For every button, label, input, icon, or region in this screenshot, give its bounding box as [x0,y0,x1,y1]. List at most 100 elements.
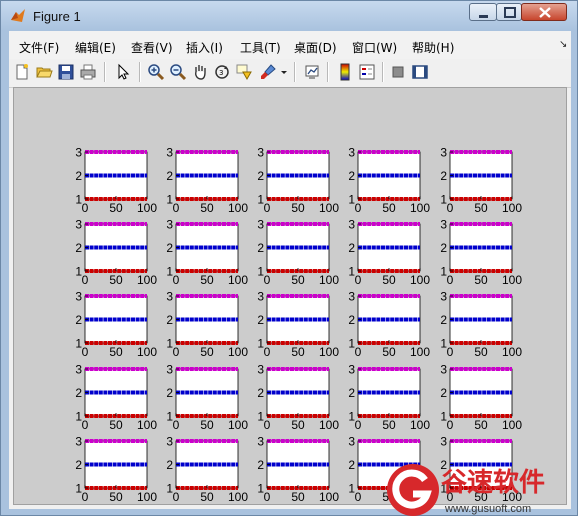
menu-help[interactable]: 帮助(H) [412,39,454,56]
x-tick-label: 100 [410,201,430,215]
toolbar-separator [139,62,141,82]
y-tick-label: 3 [348,146,355,160]
show-plot-tools-icon[interactable] [411,63,429,81]
x-tick-label: 0 [355,490,362,504]
x-tick-label: 50 [474,273,488,287]
close-button[interactable] [521,3,567,21]
x-tick-label: 50 [382,345,396,359]
y-tick-label: 2 [348,458,355,472]
chevron-down-icon[interactable] [279,63,289,81]
menu-window[interactable]: 窗口(W) [352,39,397,56]
x-tick-label: 100 [410,418,430,432]
x-tick-label: 50 [291,201,305,215]
x-tick-label: 0 [447,345,454,359]
x-tick-label: 50 [200,273,214,287]
menu-view[interactable]: 查看(V) [131,39,173,56]
legend-icon[interactable] [358,63,376,81]
colorbar-icon[interactable] [336,63,354,81]
subplot-axes: 123050100 [75,435,157,505]
menu-overflow-arrow[interactable]: ↘ [559,39,567,50]
svg-text:3: 3 [219,69,223,77]
link-plot-icon[interactable] [303,63,321,81]
y-tick-label: 2 [166,386,173,400]
menu-file[interactable]: 文件(F) [19,39,59,56]
y-tick-label: 3 [166,218,173,232]
x-tick-label: 100 [228,345,248,359]
subplot-axes: 123050100 [440,218,522,288]
toolbar-separator [382,62,384,82]
save-icon[interactable] [57,63,75,81]
minimize-button[interactable] [469,3,497,21]
y-tick-label: 3 [257,146,264,160]
x-tick-label: 50 [382,201,396,215]
maximize-button[interactable] [496,3,522,21]
x-tick-label: 0 [355,418,362,432]
menu-insert[interactable]: 插入(I) [186,39,223,56]
y-tick-label: 3 [75,218,82,232]
new-figure-icon[interactable] [13,63,31,81]
y-tick-label: 2 [166,241,173,255]
x-tick-label: 0 [264,490,271,504]
pan-hand-icon[interactable] [191,63,209,81]
y-tick-label: 3 [440,435,447,449]
x-tick-label: 0 [82,345,89,359]
y-tick-label: 2 [348,169,355,183]
y-tick-label: 3 [348,435,355,449]
x-tick-label: 0 [173,201,180,215]
x-tick-label: 0 [355,273,362,287]
y-tick-label: 3 [440,290,447,304]
x-tick-label: 50 [200,418,214,432]
subplot-axes: 123050100 [257,290,339,360]
y-tick-label: 2 [440,241,447,255]
x-tick-label: 50 [109,345,123,359]
x-tick-label: 50 [200,490,214,504]
x-tick-label: 50 [291,490,305,504]
menu-bar: 文件(F) 编辑(E) 查看(V) 插入(I) 工具(T) 桌面(D) 窗口(W… [9,31,571,59]
figure-canvas[interactable]: 1 2 3 0 50 100 1 2 3 0 50 100 1 2 3 0 50 100 1 2 3 0 50 100 1 2 3 0… [13,87,567,505]
toolbar-separator [294,62,296,82]
y-tick-label: 2 [440,313,447,327]
y-tick-label: 3 [257,218,264,232]
minimize-icon [479,15,488,18]
subplot-axes: 123050100 [348,363,430,433]
print-icon[interactable] [79,63,97,81]
y-tick-label: 2 [348,241,355,255]
hide-plot-tools-icon[interactable] [389,63,407,81]
y-tick-label: 3 [440,146,447,160]
x-tick-label: 0 [447,273,454,287]
maximize-icon [504,7,516,18]
subplot-axes: 123050100 [75,290,157,360]
pointer-icon[interactable] [114,63,132,81]
menu-desktop[interactable]: 桌面(D) [294,39,337,56]
toolbar-separator [327,62,329,82]
zoom-in-icon[interactable] [147,63,165,81]
x-tick-label: 100 [502,345,522,359]
subplot-axes: 123050100 [166,363,248,433]
y-tick-label: 3 [348,290,355,304]
data-cursor-icon[interactable] [235,63,253,81]
menu-edit[interactable]: 编辑(E) [75,39,116,56]
x-tick-label: 100 [410,345,430,359]
x-tick-label: 50 [200,201,214,215]
y-tick-label: 3 [257,435,264,449]
subplot-axes: 123050100 [440,363,522,433]
x-tick-label: 100 [319,345,339,359]
zoom-out-icon[interactable] [169,63,187,81]
y-tick-label: 2 [166,313,173,327]
y-tick-label: 3 [348,218,355,232]
y-tick-label: 3 [257,290,264,304]
brush-icon[interactable] [259,63,277,81]
x-tick-label: 50 [382,418,396,432]
x-tick-label: 50 [109,490,123,504]
rotate-3d-icon[interactable]: 3 [213,63,231,81]
title-bar[interactable]: Figure 1 [1,1,577,31]
x-tick-label: 0 [173,273,180,287]
open-file-icon[interactable] [35,63,53,81]
y-tick-label: 3 [75,146,82,160]
menu-tools[interactable]: 工具(T) [240,39,281,56]
subplot-axes: 123050100 [166,290,248,360]
y-tick-label: 2 [257,241,264,255]
x-tick-label: 100 [137,201,157,215]
y-tick-label: 2 [257,169,264,183]
watermark-brand-text: 谷速软件 [441,468,545,498]
